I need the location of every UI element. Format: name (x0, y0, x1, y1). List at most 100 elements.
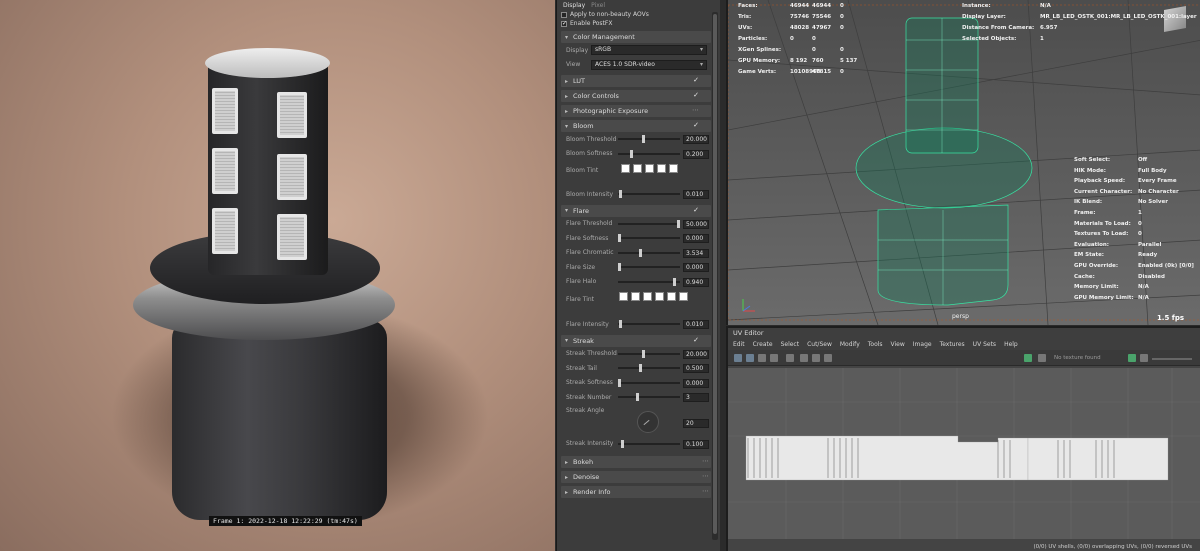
flare-intensity-slider[interactable] (618, 320, 680, 328)
streak-number-field[interactable]: 3 (683, 393, 709, 402)
uv-distortion-icon[interactable] (800, 354, 808, 362)
uv-camera-icon[interactable] (812, 354, 820, 362)
flare-softness-field[interactable]: 0.000 (683, 234, 709, 243)
slider-knob[interactable] (638, 364, 642, 372)
maya-viewport[interactable]: Faces: 46944 46944 0 Tris: 75746 75546 0 UVs: 480… (726, 0, 1200, 325)
flare-halo-field[interactable]: 0.940 (683, 277, 709, 287)
flare-threshold-field[interactable]: 50.000 (683, 219, 709, 229)
section-photographic-exposure[interactable]: ▸ Photographic Exposure ⋯ (561, 105, 711, 117)
checkbox-box[interactable] (561, 11, 567, 18)
menu-cut-sew[interactable]: Cut/Sew (807, 339, 832, 350)
uv-canvas[interactable] (728, 368, 1200, 539)
slider-knob[interactable] (618, 263, 621, 271)
uv-dim-icon[interactable] (1038, 354, 1046, 362)
slider-knob[interactable] (620, 439, 624, 448)
flare-size-field[interactable]: 0.000 (683, 263, 709, 272)
color-swatch[interactable] (679, 292, 688, 301)
color-swatch[interactable] (633, 164, 642, 173)
checkbox-box[interactable]: ✓ (561, 20, 567, 27)
uv-texture-toggle-icon[interactable] (1024, 354, 1032, 362)
menu-modify[interactable]: Modify (840, 339, 860, 350)
color-swatch[interactable] (643, 292, 652, 301)
streak-threshold-field[interactable]: 20.000 (683, 349, 709, 359)
flare-chromatic-field[interactable]: 3.534 (683, 248, 709, 258)
menu-create[interactable]: Create (753, 339, 773, 350)
uv-grid-icon[interactable] (734, 354, 742, 362)
slider-knob[interactable] (641, 349, 645, 358)
bloom-intensity-slider[interactable] (618, 190, 680, 198)
slider-knob[interactable] (635, 393, 639, 401)
color-swatch[interactable] (657, 164, 666, 173)
slider-knob[interactable] (629, 149, 633, 158)
slider-knob[interactable] (618, 378, 621, 387)
bloom-threshold-field[interactable]: 20.000 (683, 135, 709, 144)
display-select[interactable]: sRGB ▾ (591, 45, 707, 55)
uv-filter-icon[interactable] (1128, 354, 1136, 362)
uv-shell-icon[interactable] (746, 354, 754, 362)
section-denoise[interactable]: ▸ Denoise ⋯ (561, 471, 711, 483)
menu-edit[interactable]: Edit (733, 339, 745, 350)
color-swatch[interactable] (655, 292, 664, 301)
scrollbar-thumb[interactable] (713, 14, 717, 534)
uv-snapshot-icon[interactable] (758, 354, 766, 362)
view-select[interactable]: ACES 1.0 SDR-video ▾ (591, 59, 707, 70)
slider-knob[interactable] (641, 135, 645, 143)
check-icon[interactable]: ✓ (693, 91, 699, 99)
tab-pixel[interactable]: Pixel (591, 2, 605, 9)
uv-exposure-slider[interactable] (1152, 358, 1192, 360)
streak-number-slider[interactable] (618, 393, 680, 401)
check-icon[interactable]: ✓ (693, 76, 699, 84)
check-icon[interactable]: ✓ (693, 121, 699, 129)
more-icon[interactable]: ⋯ (692, 106, 699, 114)
render-view[interactable]: Frame 1: 2022-12-18 12:22:29 (tm:47s) (0, 0, 555, 551)
uv-checker-icon[interactable] (786, 354, 794, 362)
menu-view[interactable]: View (891, 339, 905, 350)
color-swatch[interactable] (667, 292, 676, 301)
bloom-softness-slider[interactable] (618, 149, 680, 158)
more-icon[interactable]: ⋯ (702, 457, 709, 465)
texture-select[interactable]: No texture found (1054, 354, 1118, 363)
flare-softness-slider[interactable] (618, 234, 680, 242)
color-swatch[interactable] (645, 164, 654, 173)
menu-textures[interactable]: Textures (940, 339, 965, 350)
tab-display[interactable]: Display (563, 2, 585, 9)
flare-halo-slider[interactable] (618, 277, 680, 286)
slider-knob[interactable] (677, 219, 680, 228)
flare-tint-swatches[interactable] (619, 292, 691, 301)
color-swatch[interactable] (669, 164, 678, 173)
slider-knob[interactable] (618, 234, 621, 242)
streak-angle-field[interactable]: 20 (683, 418, 709, 428)
slider-knob[interactable] (638, 248, 642, 257)
streak-softness-field[interactable]: 0.000 (683, 378, 709, 388)
color-swatch[interactable] (631, 292, 640, 301)
streak-tail-field[interactable]: 0.500 (683, 364, 709, 373)
color-swatch[interactable] (619, 292, 628, 301)
checkbox-non-beauty-aovs[interactable]: Apply to non-beauty AOVs (561, 10, 711, 19)
section-bloom[interactable]: ▾ Bloom ✓ (561, 120, 711, 132)
more-icon[interactable]: ⋯ (702, 472, 709, 480)
streak-angle-dial[interactable] (637, 410, 659, 433)
slider-knob[interactable] (673, 277, 677, 286)
flare-threshold-slider[interactable] (618, 219, 680, 228)
section-streak[interactable]: ▾ Streak ✓ (561, 334, 711, 347)
checkbox-enable-postfx[interactable]: ✓ Enable PostFX (561, 19, 711, 28)
menu-tools[interactable]: Tools (868, 339, 883, 350)
slider-knob[interactable] (619, 190, 623, 198)
streak-threshold-slider[interactable] (618, 349, 680, 358)
bloom-softness-field[interactable]: 0.200 (683, 149, 709, 159)
color-swatch[interactable] (621, 164, 630, 173)
section-color-management[interactable]: ▾ Color Management (561, 31, 711, 43)
section-flare[interactable]: ▾ Flare ✓ (561, 204, 711, 217)
menu-select[interactable]: Select (781, 339, 800, 350)
uv-image-icon[interactable] (770, 354, 778, 362)
menu-image[interactable]: Image (913, 339, 932, 350)
panel-scrollbar[interactable] (712, 12, 718, 540)
section-bokeh[interactable]: ▸ Bokeh ⋯ (561, 456, 711, 468)
menu-uv-sets[interactable]: UV Sets (973, 339, 996, 350)
streak-softness-slider[interactable] (618, 378, 680, 387)
more-icon[interactable]: ⋯ (702, 487, 709, 495)
menu-help[interactable]: Help (1004, 339, 1018, 350)
streak-tail-slider[interactable] (618, 364, 680, 372)
flare-intensity-field[interactable]: 0.010 (683, 320, 709, 329)
uv-exposure-icon[interactable] (1140, 354, 1148, 362)
